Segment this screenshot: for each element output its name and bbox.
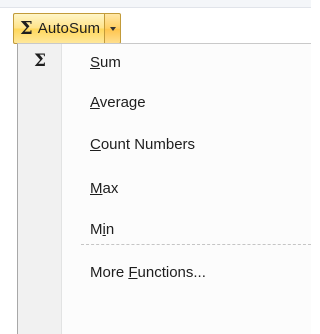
sigma-icon: Σ xyxy=(34,51,47,71)
autosum-dropdown-button[interactable] xyxy=(104,13,122,44)
autosum-dropdown-menu: Σ Sum Average Count Numbers Max Min More… xyxy=(17,43,311,334)
autosum-split-button[interactable]: Σ AutoSum xyxy=(13,13,122,44)
menu-separator xyxy=(81,244,311,245)
sigma-icon: Σ xyxy=(20,17,33,39)
menu-item-label: Average xyxy=(90,94,146,111)
menu-item-label: Max xyxy=(90,180,119,197)
menu-item-max[interactable]: Max xyxy=(18,170,311,210)
menu-item-min[interactable]: Min xyxy=(18,211,311,251)
menu-item-sum[interactable]: Σ Sum xyxy=(18,44,311,84)
menu-item-label: More Functions... xyxy=(90,264,206,281)
access-key: A xyxy=(90,94,100,111)
menu-item-average[interactable]: Average xyxy=(18,84,311,124)
ribbon-background xyxy=(0,0,311,8)
access-key: M xyxy=(90,180,103,197)
access-key: F xyxy=(128,264,138,281)
menu-item-count-numbers[interactable]: Count Numbers xyxy=(18,126,311,166)
autosum-label: AutoSum xyxy=(37,20,101,37)
menu-item-more-functions[interactable]: More Functions... xyxy=(18,254,311,294)
menu-item-label: Count Numbers xyxy=(90,136,196,153)
menu-item-label: Min xyxy=(90,221,115,238)
autosum-button[interactable]: Σ AutoSum xyxy=(13,13,105,44)
menu-item-label: Sum xyxy=(90,54,121,71)
access-key: S xyxy=(90,54,101,71)
access-key: C xyxy=(90,136,101,153)
chevron-down-icon xyxy=(109,26,116,31)
